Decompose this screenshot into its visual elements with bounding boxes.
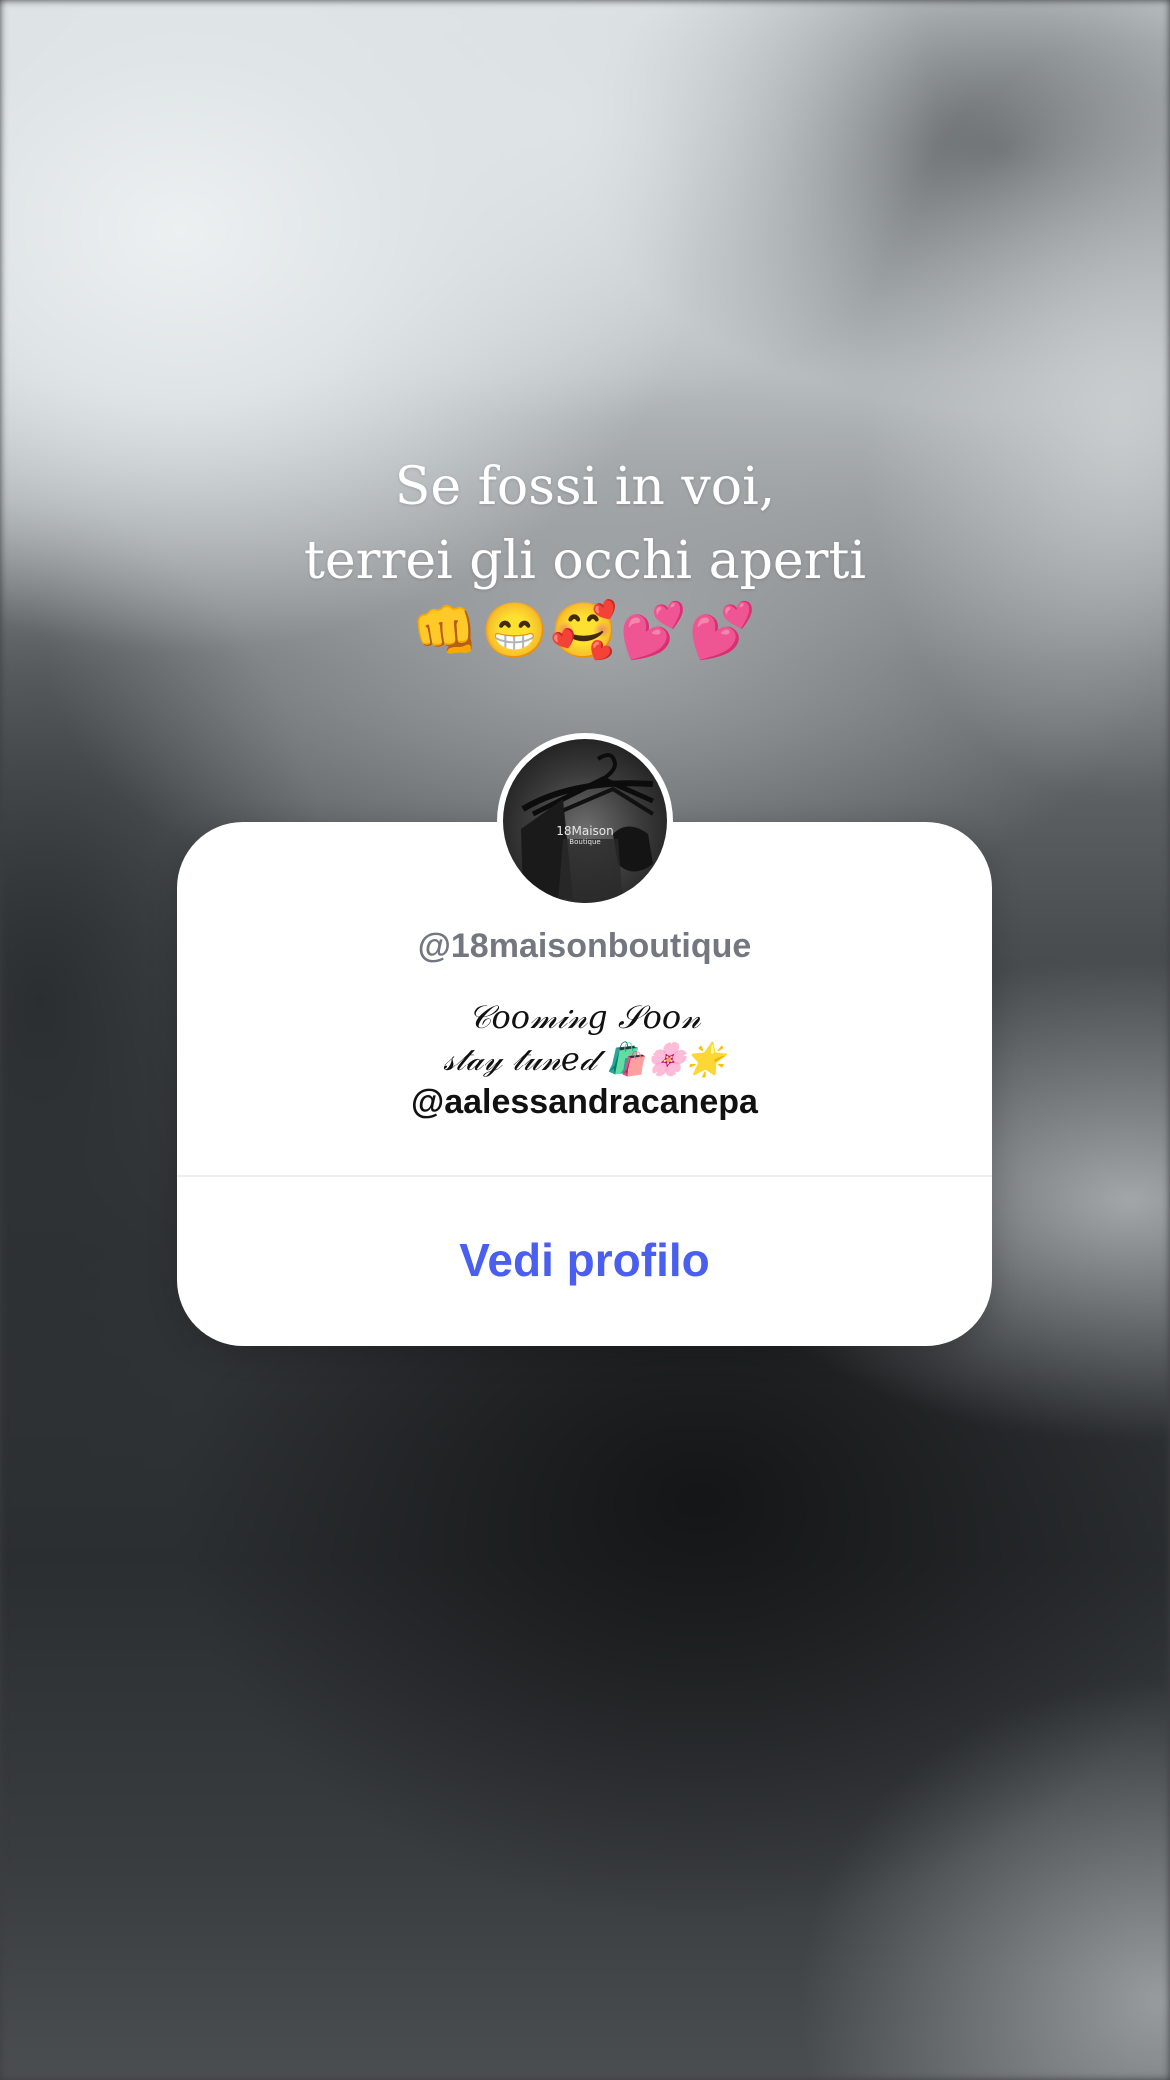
bio-line-2: 𝓈𝓉𝒶𝓎 𝓉𝓊𝓃𝑒𝒹 🛍️🌸🌟: [443, 1040, 726, 1078]
caption-line-1: Se fossi in voi,: [394, 457, 776, 517]
bio-line-1: 𝒞𝑜𝑜𝓂𝒾𝓃𝑔 𝒮𝑜𝑜𝓃: [468, 998, 701, 1036]
avatar-logo-subtext: Boutique: [569, 838, 601, 846]
avatar-image: 18Maison Boutique: [503, 739, 667, 903]
bio-mention[interactable]: @aalessandracanepa: [177, 1080, 992, 1124]
caption-line-2: terrei gli occhi aperti: [303, 531, 867, 591]
caption-emojis: 👊😁🥰💕💕: [411, 601, 759, 661]
avatar-logo-text: 18Maison: [556, 824, 614, 838]
story-caption: Se fossi in voi, terrei gli occhi aperti: [0, 450, 1170, 598]
view-profile-button[interactable]: Vedi profilo: [177, 1177, 992, 1342]
avatar[interactable]: 18Maison Boutique: [497, 733, 673, 909]
profile-username[interactable]: @18maisonboutique: [177, 925, 992, 967]
hangers-icon: [521, 753, 655, 903]
profile-bio: 𝒞𝑜𝑜𝓂𝒾𝓃𝑔 𝒮𝑜𝑜𝓃 𝓈𝓉𝒶𝓎 𝓉𝓊𝓃𝑒𝒹 🛍️🌸🌟 @aalessandr…: [177, 996, 992, 1124]
